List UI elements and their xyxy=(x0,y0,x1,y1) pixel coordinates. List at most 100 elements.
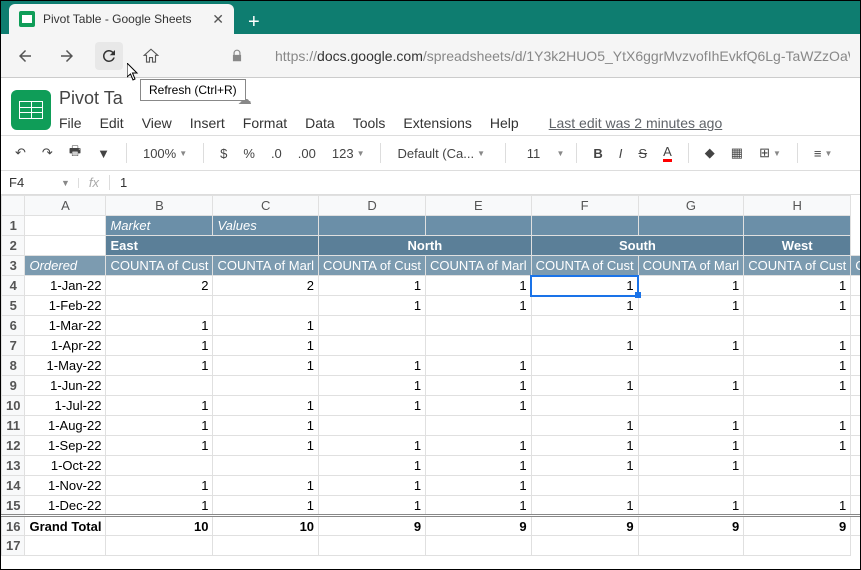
menu-tools[interactable]: Tools xyxy=(353,115,386,131)
pivot-date-cell[interactable]: 1-Sep-22 xyxy=(25,436,106,456)
pivot-data-cell[interactable]: 2 xyxy=(213,276,319,296)
text-color-button[interactable]: A xyxy=(659,141,676,165)
pivot-data-cell[interactable] xyxy=(106,376,213,396)
percent-button[interactable]: % xyxy=(239,143,259,164)
pivot-date-cell[interactable]: 1-Dec-22 xyxy=(25,496,106,516)
pivot-data-cell[interactable]: 1 xyxy=(531,296,638,316)
pivot-date-cell[interactable]: 1-Feb-22 xyxy=(25,296,106,316)
menu-view[interactable]: View xyxy=(142,115,172,131)
pivot-data-cell[interactable]: 1 xyxy=(744,336,851,356)
pivot-data-cell[interactable]: 1 xyxy=(638,376,744,396)
pivot-date-cell[interactable]: 1-Mar-22 xyxy=(25,316,106,336)
pivot-data-cell[interactable]: 1 xyxy=(319,436,426,456)
merge-button[interactable]: ⊞▼ xyxy=(755,142,785,164)
lock-icon[interactable] xyxy=(223,42,251,70)
pivot-date-cell[interactable]: 1-Oct-22 xyxy=(25,456,106,476)
forward-button[interactable] xyxy=(53,42,81,70)
pivot-data-cell[interactable]: 1 xyxy=(319,456,426,476)
pivot-data-cell[interactable]: 1 xyxy=(638,276,744,296)
undo-button[interactable]: ↶ xyxy=(11,142,30,164)
pivot-data-cell[interactable] xyxy=(744,316,851,336)
pivot-data-cell[interactable] xyxy=(638,476,744,496)
pivot-data-cell[interactable] xyxy=(531,476,638,496)
pivot-data-cell[interactable] xyxy=(106,456,213,476)
pivot-data-cell[interactable] xyxy=(638,316,744,336)
col-header[interactable]: F xyxy=(531,196,638,216)
col-header[interactable]: G xyxy=(638,196,744,216)
pivot-data-cell[interactable]: 1 xyxy=(744,296,851,316)
fontsize-select[interactable]: 11 xyxy=(518,143,548,164)
pivot-data-cell[interactable]: 1 xyxy=(213,336,319,356)
name-box-arrow-icon[interactable]: ▼ xyxy=(61,178,79,188)
pivot-data-cell[interactable]: 1 xyxy=(426,376,532,396)
pivot-data-cell[interactable] xyxy=(531,356,638,376)
pivot-data-cell[interactable]: 1 xyxy=(531,336,638,356)
col-header[interactable]: A xyxy=(25,196,106,216)
formula-input[interactable]: 1 xyxy=(110,175,137,190)
pivot-total-cell[interactable]: 9 xyxy=(744,516,851,536)
col-header[interactable]: D xyxy=(319,196,426,216)
pivot-total-cell[interactable]: 9 xyxy=(426,516,532,536)
menu-help[interactable]: Help xyxy=(490,115,519,131)
pivot-date-cell[interactable]: 1-Jan-22 xyxy=(25,276,106,296)
menu-file[interactable]: File xyxy=(59,115,82,131)
zoom-select[interactable]: 100%▼ xyxy=(139,143,191,164)
pivot-data-cell[interactable] xyxy=(319,316,426,336)
pivot-data-cell[interactable]: 1 xyxy=(531,276,638,296)
pivot-total-cell[interactable]: 9 xyxy=(638,516,744,536)
pivot-data-cell[interactable]: 1 xyxy=(213,416,319,436)
menu-edit[interactable]: Edit xyxy=(100,115,124,131)
pivot-data-cell[interactable]: 1 xyxy=(106,356,213,376)
pivot-data-cell[interactable]: 1 xyxy=(851,336,860,356)
col-header[interactable]: H xyxy=(744,196,851,216)
pivot-data-cell[interactable]: 1 xyxy=(851,276,860,296)
pivot-data-cell[interactable]: 1 xyxy=(638,296,744,316)
menu-insert[interactable]: Insert xyxy=(190,115,225,131)
pivot-data-cell[interactable]: 1 xyxy=(319,496,426,516)
pivot-data-cell[interactable]: 1 xyxy=(213,476,319,496)
pivot-data-cell[interactable]: 1 xyxy=(638,436,744,456)
col-header[interactable]: C xyxy=(213,196,319,216)
pivot-data-cell[interactable] xyxy=(638,396,744,416)
pivot-data-cell[interactable]: 1 xyxy=(106,336,213,356)
pivot-data-cell[interactable] xyxy=(851,436,860,456)
pivot-data-cell[interactable] xyxy=(744,396,851,416)
pivot-data-cell[interactable]: 1 xyxy=(851,376,860,396)
pivot-data-cell[interactable]: 1 xyxy=(531,456,638,476)
spreadsheet-grid[interactable]: ABCDEFGH1MarketValues2EastNorthSouthWest… xyxy=(1,195,860,556)
menu-extensions[interactable]: Extensions xyxy=(403,115,471,131)
pivot-data-cell[interactable]: 1 xyxy=(851,456,860,476)
back-button[interactable] xyxy=(11,42,39,70)
pivot-data-cell[interactable]: 1 xyxy=(851,316,860,336)
pivot-date-cell[interactable]: 1-Jul-22 xyxy=(25,396,106,416)
more-formats-button[interactable]: 123▼ xyxy=(328,143,369,164)
italic-button[interactable]: I xyxy=(615,143,627,164)
pivot-data-cell[interactable]: 1 xyxy=(638,416,744,436)
pivot-data-cell[interactable] xyxy=(531,316,638,336)
sheets-logo-icon[interactable] xyxy=(11,90,51,130)
pivot-data-cell[interactable]: 1 xyxy=(426,436,532,456)
pivot-data-cell[interactable]: 1 xyxy=(319,476,426,496)
pivot-data-cell[interactable]: 1 xyxy=(319,276,426,296)
pivot-data-cell[interactable]: 1 xyxy=(426,496,532,516)
pivot-data-cell[interactable]: 1 xyxy=(106,436,213,456)
pivot-data-cell[interactable] xyxy=(426,416,532,436)
select-all-corner[interactable] xyxy=(2,196,25,216)
pivot-data-cell[interactable]: 1 xyxy=(106,476,213,496)
pivot-date-cell[interactable]: 1-Jun-22 xyxy=(25,376,106,396)
pivot-data-cell[interactable] xyxy=(319,416,426,436)
redo-button[interactable]: ↷ xyxy=(38,142,57,164)
pivot-data-cell[interactable]: 1 xyxy=(319,396,426,416)
pivot-data-cell[interactable]: 2 xyxy=(106,276,213,296)
currency-button[interactable]: $ xyxy=(216,143,231,164)
pivot-data-cell[interactable]: 1 xyxy=(744,356,851,376)
pivot-total-cell[interactable]: 9 xyxy=(319,516,426,536)
fontsize-arrow-icon[interactable]: ▼ xyxy=(556,149,564,158)
pivot-data-cell[interactable]: 1 xyxy=(319,296,426,316)
pivot-total-cell[interactable]: 10 xyxy=(213,516,319,536)
pivot-data-cell[interactable]: 1 xyxy=(106,496,213,516)
pivot-data-cell[interactable]: 1 xyxy=(426,356,532,376)
dec-increase-button[interactable]: .00 xyxy=(294,143,320,164)
menu-format[interactable]: Format xyxy=(243,115,287,131)
font-select[interactable]: Default (Ca...▼ xyxy=(393,143,493,164)
